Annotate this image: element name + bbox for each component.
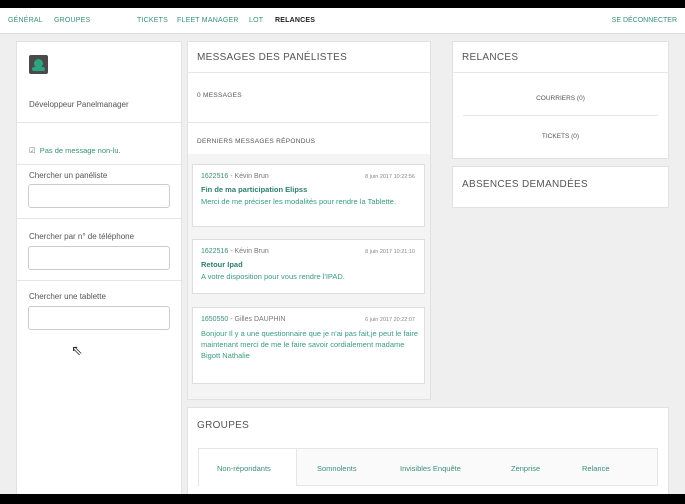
search-tablet-label: Chercher une tablette (29, 292, 106, 301)
search-panelist-input[interactable] (28, 184, 170, 208)
panelist-id-link[interactable]: 1622516 (201, 248, 228, 255)
last-replies-label: DERNIERS MESSAGES RÉPONDUS (197, 138, 316, 145)
messages-title: MESSAGES DES PANÉLISTES (197, 52, 348, 63)
absences-panel: ABSENCES DEMANDÉES (452, 166, 669, 208)
nav-relances[interactable]: RELANCES (275, 17, 315, 24)
tab-somnolents[interactable]: Somnolents (317, 464, 357, 473)
unread-status: ☑ Pas de message non-lu. (29, 146, 121, 155)
tab-zenprise[interactable]: Zenprise (511, 464, 540, 473)
divider (17, 218, 183, 219)
nav-tickets[interactable]: TICKETS (137, 17, 168, 24)
nav-general[interactable]: GÉNÉRAL (8, 17, 43, 24)
divider (188, 122, 430, 123)
tab-label: Non-répondants (217, 464, 271, 473)
nav-fleet-manager[interactable]: FLEET MANAGER (177, 17, 239, 24)
messages-panel: MESSAGES DES PANÉLISTES 0 MESSAGES DERNI… (187, 41, 431, 400)
message-card[interactable]: 1622516 - Kévin Brun 8 juin 2017 10:21:1… (192, 239, 425, 294)
divider (17, 164, 183, 165)
message-body: Merci de me préciser les modalités pour … (201, 197, 396, 206)
messages-count: 0 MESSAGES (197, 92, 242, 99)
tickets-link[interactable]: TICKETS (0) (453, 133, 668, 140)
panelist-id-link[interactable]: 1650550 (201, 316, 228, 323)
unread-status-text: Pas de message non-lu. (39, 146, 121, 155)
groupes-panel: GROUPES Non-répondants Somnolents Invisi… (187, 407, 669, 494)
nav-lot[interactable]: LOT (249, 17, 263, 24)
message-body: Bonjour Il y a une questionnaire que je … (201, 329, 418, 360)
divider (17, 280, 183, 281)
panelist-name: Kévin Brun (234, 248, 269, 255)
message-subject: Fin de ma participation Elipss (201, 185, 308, 194)
logout-link[interactable]: SE DÉCONNECTER (612, 17, 677, 24)
message-date: 8 juin 2017 10:22:56 (365, 174, 415, 180)
relances-panel: RELANCES COURRIERS (0) TICKETS (0) (452, 41, 669, 159)
checkbox-icon: ☑ (29, 146, 36, 155)
message-sender: 1650550 - Gilles DAUPHIN (201, 316, 286, 323)
nav-groupes[interactable]: GROUPES (54, 17, 90, 24)
message-card[interactable]: 1622516 - Kévin Brun 8 juin 2017 10:22:5… (192, 164, 425, 227)
mouse-cursor-icon: ⇖ (71, 342, 83, 358)
message-date: 8 juin 2017 10:21:10 (365, 249, 415, 255)
message-subject: Retour Ipad (201, 260, 243, 269)
panelist-name: Kévin Brun (234, 173, 269, 180)
message-body: A votre disposition pour vous rendre l'I… (201, 272, 345, 281)
search-phone-label: Chercher par n° de téléphone (29, 232, 135, 241)
groupes-title: GROUPES (197, 420, 250, 431)
top-navigation: GÉNÉRAL GROUPES TICKETS FLEET MANAGER LO… (0, 8, 685, 34)
user-name: Développeur Panelmanager (29, 100, 129, 109)
divider (463, 115, 658, 116)
tab-invisibles-enquete[interactable]: Invisibles Enquête (400, 464, 461, 473)
panelist-name: Gilles DAUPHIN (234, 316, 286, 323)
message-card[interactable]: 1650550 - Gilles DAUPHIN 6 juin 2017 20:… (192, 307, 425, 384)
app-window: GÉNÉRAL GROUPES TICKETS FLEET MANAGER LO… (0, 8, 685, 494)
divider (17, 122, 183, 123)
sidebar: Développeur Panelmanager ☑ Pas de message… (16, 41, 183, 494)
groupes-tabs: Non-répondants Somnolents Invisibles Enq… (198, 448, 658, 486)
absences-title: ABSENCES DEMANDÉES (462, 179, 588, 190)
tab-relance[interactable]: Relance (582, 464, 610, 473)
search-tablet-input[interactable] (28, 306, 170, 330)
message-sender: 1622516 - Kévin Brun (201, 173, 269, 180)
divider (453, 72, 668, 73)
search-panelist-label: Chercher un panéliste (29, 171, 108, 180)
courriers-link[interactable]: COURRIERS (0) (453, 95, 668, 102)
message-date: 6 juin 2017 20:22:07 (365, 317, 415, 323)
tab-non-repondants[interactable]: Non-répondants (199, 449, 297, 486)
message-sender: 1622516 - Kévin Brun (201, 248, 269, 255)
robot-avatar-icon (29, 55, 48, 74)
panelist-id-link[interactable]: 1622516 (201, 173, 228, 180)
relances-title: RELANCES (462, 52, 519, 63)
divider (188, 72, 430, 73)
search-phone-input[interactable] (28, 246, 170, 270)
message-list: 1622516 - Kévin Brun 8 juin 2017 10:22:5… (188, 154, 430, 399)
